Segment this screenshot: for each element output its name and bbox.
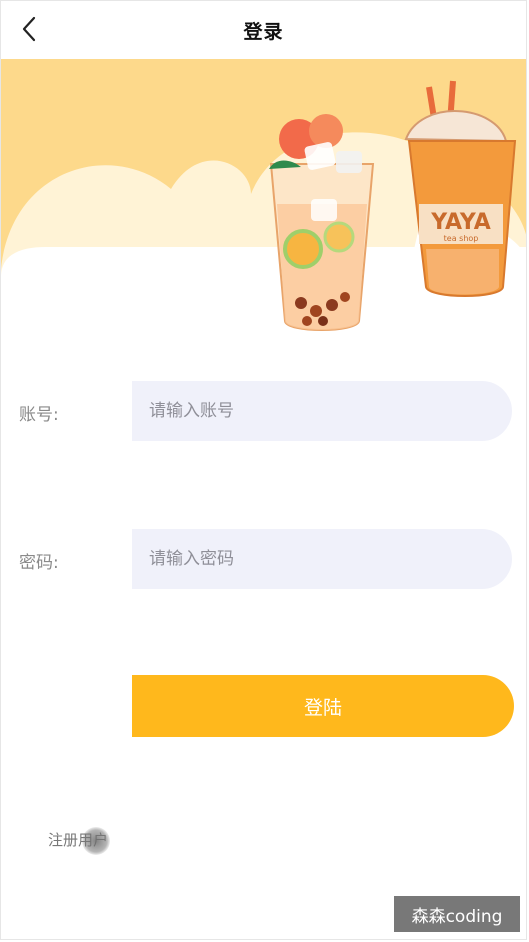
top-bar: 登录 (1, 1, 526, 59)
account-label: 账号: (19, 405, 59, 425)
cup-brand-subtext: tea shop (444, 234, 479, 243)
password-row: 密码: (1, 529, 526, 591)
touch-indicator (82, 827, 110, 855)
login-screen: 登录 YAYA tea shop 账号: 请输入账号 密码: 登陆 注册用户 森… (0, 0, 527, 940)
banner-illustration: YAYA tea shop (1, 59, 526, 349)
account-row: 账号: (1, 381, 526, 443)
password-input[interactable] (132, 529, 512, 589)
page-title: 登录 (243, 20, 284, 43)
back-button[interactable] (15, 15, 43, 43)
chevron-left-icon (22, 16, 36, 42)
password-label: 密码: (19, 553, 59, 573)
login-button[interactable]: 登陆 (132, 675, 514, 737)
watermark: 森森coding (394, 896, 520, 932)
cup-brand-text: YAYA (430, 210, 491, 235)
account-input[interactable] (132, 381, 512, 441)
drinks-illustration: YAYA tea shop (1, 59, 526, 349)
